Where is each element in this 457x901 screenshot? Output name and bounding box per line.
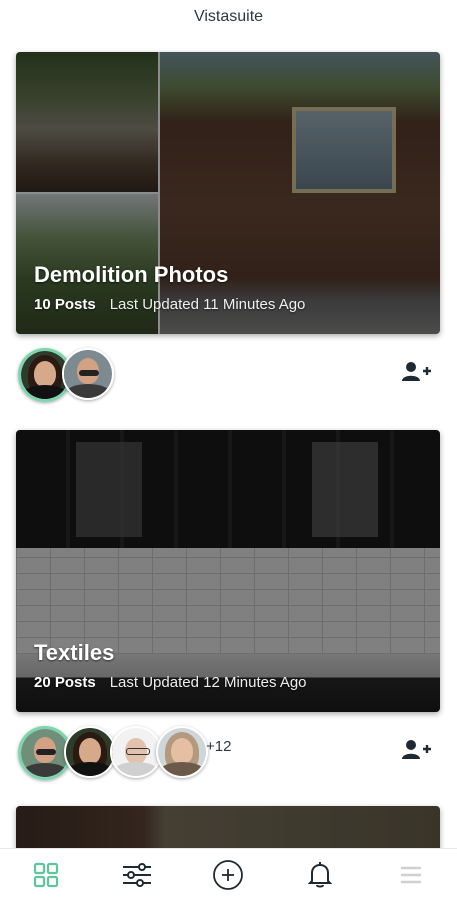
album-meta: 20 Posts Last Updated 12 Minutes Ago (34, 674, 307, 691)
album-meta: 10 Posts Last Updated 11 Minutes Ago (34, 296, 305, 313)
nav-notifications[interactable] (295, 853, 345, 897)
menu-icon (401, 866, 422, 884)
app-title: Vistasuite (193, 8, 264, 25)
album-title: Demolition Photos (34, 262, 229, 287)
album-card-demolition[interactable]: Demolition Photos 10 Posts Last Updated … (16, 52, 440, 334)
nav-filters[interactable] (112, 853, 162, 897)
nav-albums[interactable] (21, 853, 71, 897)
album-members (16, 348, 440, 402)
add-circle-icon (213, 860, 244, 890)
album-title: Textiles (34, 640, 115, 665)
add-member-button[interactable] (400, 738, 432, 762)
post-count: 20 Posts (34, 674, 96, 691)
add-user-icon (402, 740, 431, 759)
nav-menu[interactable] (386, 853, 436, 897)
bell-icon (307, 862, 332, 888)
app-header: Vistasuite (0, 0, 457, 34)
nav-add[interactable] (203, 853, 253, 897)
more-members-count[interactable]: +12 (206, 738, 231, 755)
member-avatar[interactable] (110, 726, 162, 778)
member-avatar[interactable] (62, 348, 114, 400)
add-member-button[interactable] (400, 360, 432, 384)
add-user-icon (402, 362, 431, 381)
member-avatar[interactable] (64, 726, 116, 778)
album-members: +12 (16, 726, 440, 780)
last-updated: Last Updated 12 Minutes Ago (109, 674, 307, 691)
album-card-textiles[interactable]: Textiles 20 Posts Last Updated 12 Minute… (16, 430, 440, 712)
sliders-icon (123, 863, 152, 887)
post-count: 10 Posts (34, 296, 96, 313)
last-updated: Last Updated 11 Minutes Ago (109, 296, 306, 313)
grid-icon (33, 862, 58, 888)
bottom-nav (0, 848, 457, 901)
member-avatar[interactable] (156, 726, 208, 778)
